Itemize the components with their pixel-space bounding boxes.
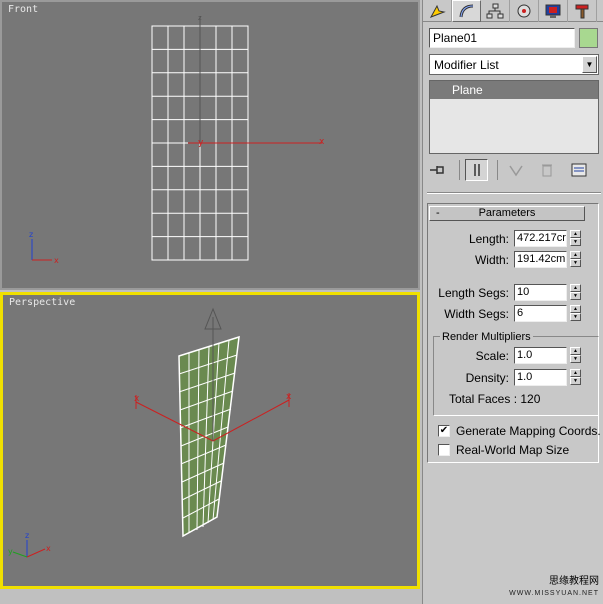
scale-label: Scale: <box>475 349 509 363</box>
length-segs-field[interactable]: 10 <box>514 284 567 301</box>
perspective-viewport[interactable]: Perspective x x z x y <box>0 292 420 589</box>
length-field[interactable]: 472.217cr <box>514 230 567 247</box>
modifier-list-dropdown[interactable]: Modifier List ▼ <box>429 54 599 75</box>
svg-text:y: y <box>198 138 204 148</box>
utilities-tab[interactable] <box>568 0 597 22</box>
svg-text:x: x <box>134 394 140 404</box>
trash-icon <box>542 164 553 177</box>
modify-icon <box>459 4 473 18</box>
width-label: Width: <box>474 253 509 267</box>
panel-divider <box>427 192 601 194</box>
configure-modifier-sets-button[interactable] <box>567 159 590 181</box>
svg-text:x: x <box>319 137 325 147</box>
3dsmax-window: Front z y x z x Perspective x x z x y Pl… <box>0 0 603 604</box>
real-world-checkbox[interactable] <box>438 444 450 456</box>
real-world-row[interactable]: Real-World Map Size <box>438 442 569 458</box>
stack-item-plane[interactable]: Plane <box>430 81 598 99</box>
svg-text:z: z <box>29 230 33 239</box>
display-tab[interactable] <box>539 0 568 22</box>
length-row: Length: 472.217cr ▲ ▼ <box>427 230 599 248</box>
svg-text:x: x <box>46 544 51 553</box>
modifier-stack[interactable]: Plane <box>429 80 599 154</box>
generate-mapping-row[interactable]: ✔ Generate Mapping Coords. <box>438 423 601 439</box>
svg-text:z: z <box>198 14 202 22</box>
length-segs-label: Length Segs: <box>438 286 509 300</box>
create-icon <box>429 4 446 18</box>
chevron-down-icon[interactable]: ▼ <box>582 56 597 73</box>
width-segs-label: Width Segs: <box>444 307 509 321</box>
pin-icon <box>430 166 445 174</box>
stack-toolbar <box>427 158 599 182</box>
scale-field[interactable]: 1.0 <box>514 347 567 364</box>
pin-stack-button[interactable] <box>427 159 450 181</box>
toolbar-divider <box>497 160 499 180</box>
width-spinner[interactable]: ▲ ▼ <box>570 251 581 268</box>
density-spinner[interactable]: ▲ ▼ <box>570 369 581 386</box>
make-unique-button[interactable] <box>504 159 527 181</box>
watermark-url: WWW.MISSYUAN.NET <box>509 590 599 597</box>
create-tab[interactable] <box>423 0 452 22</box>
object-name-field[interactable]: Plane01 <box>429 28 575 48</box>
remove-modifier-button[interactable] <box>536 159 559 181</box>
svg-text:x: x <box>286 392 292 402</box>
width-field[interactable]: 191.42cm <box>514 251 567 268</box>
width-row: Width: 191.42cm ▲ ▼ <box>427 251 599 269</box>
scale-spinner[interactable]: ▲ ▼ <box>570 347 581 364</box>
width-segs-spinner[interactable]: ▲ ▼ <box>570 305 581 322</box>
modifier-list-label: Modifier List <box>434 58 499 72</box>
density-label: Density: <box>465 371 509 385</box>
configure-icon <box>571 163 587 177</box>
perspective-plane[interactable]: x x z x y <box>3 295 417 586</box>
generate-mapping-checkbox[interactable]: ✔ <box>438 425 450 437</box>
svg-text:x: x <box>54 256 59 265</box>
density-field[interactable]: 1.0 <box>514 369 567 386</box>
object-color-swatch[interactable] <box>579 28 598 48</box>
front-viewport[interactable]: Front z y x z x <box>0 0 420 290</box>
length-segs-row: Length Segs: 10 ▲ ▼ <box>427 284 599 302</box>
motion-tab[interactable] <box>510 0 539 22</box>
hierarchy-icon <box>486 3 504 19</box>
show-end-result-icon <box>474 164 480 176</box>
parameters-title: Parameters <box>478 207 536 219</box>
utilities-icon <box>575 4 589 19</box>
density-row: Density: 1.0 ▲ ▼ <box>427 369 599 387</box>
generate-mapping-label: Generate Mapping Coords. <box>456 424 601 438</box>
length-segs-spinner[interactable]: ▲ ▼ <box>570 284 581 301</box>
watermark: 思缘教程网 WWW.MISSYUAN.NET <box>509 576 599 600</box>
length-spinner[interactable]: ▲ ▼ <box>570 230 581 247</box>
toolbar-divider <box>458 160 460 180</box>
show-end-result-button[interactable] <box>465 159 489 181</box>
svg-text:y: y <box>8 547 13 556</box>
render-multipliers-title: Render Multipliers <box>440 331 533 343</box>
object-name-row: Plane01 <box>429 28 599 48</box>
display-icon <box>545 4 561 18</box>
front-grid-plane[interactable]: z y x z x <box>2 2 420 290</box>
command-panel-tabs <box>423 0 603 22</box>
parameters-rollout-header[interactable]: - Parameters <box>429 206 585 221</box>
width-segs-row: Width Segs: 6 ▲ ▼ <box>427 305 599 323</box>
real-world-label: Real-World Map Size <box>456 443 570 457</box>
length-label: Length: <box>468 232 509 246</box>
hierarchy-tab[interactable] <box>481 0 510 22</box>
modify-tab[interactable] <box>452 0 481 22</box>
motion-icon <box>517 4 531 18</box>
width-segs-field[interactable]: 6 <box>514 305 567 322</box>
make-unique-icon <box>508 165 523 177</box>
scale-row: Scale: 1.0 ▲ ▼ <box>427 347 599 365</box>
svg-text:z: z <box>25 531 29 540</box>
total-faces: Total Faces : 120 <box>449 392 541 406</box>
watermark-title: 思缘教程网 <box>549 576 599 587</box>
command-panel: Plane01 Modifier List ▼ Plane - Paramete… <box>422 0 603 604</box>
